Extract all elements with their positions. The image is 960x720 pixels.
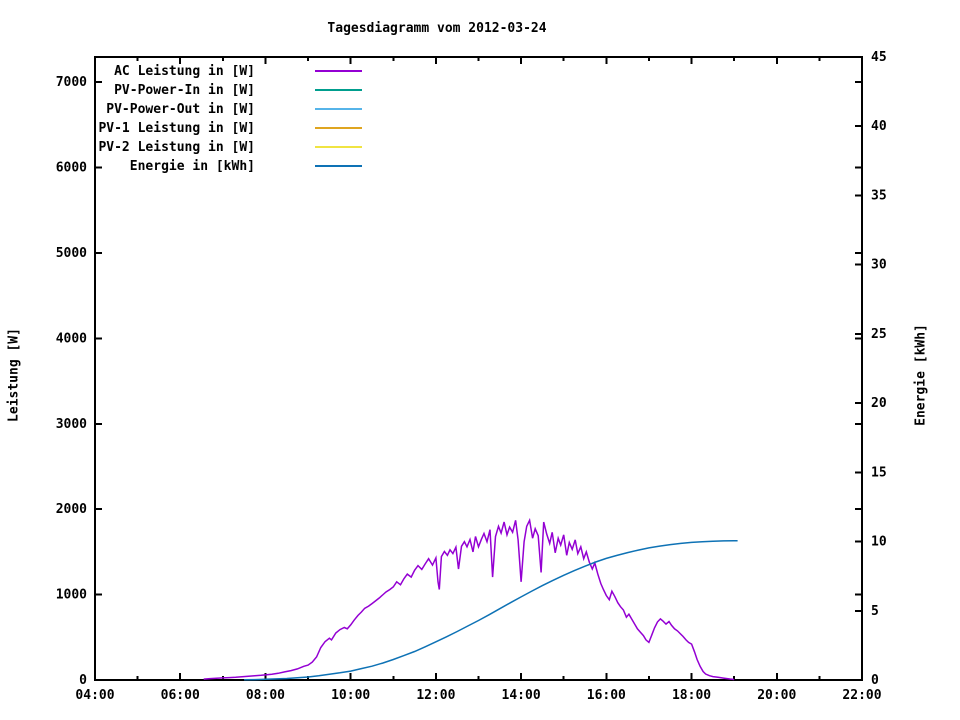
y2-tick-label: 40 <box>871 119 887 134</box>
y2-axis-ticks: 0 5 10 15 20 25 30 35 40 45 <box>855 50 887 688</box>
gnuplot-daily-chart: Tagesdiagramm vom 2012-03-24 Leistung [W… <box>0 0 960 720</box>
x-tick-label: 18:00 <box>672 688 711 703</box>
y1-tick-label: 1000 <box>56 588 87 603</box>
y1-tick-label: 3000 <box>56 417 87 432</box>
data-series <box>203 517 738 681</box>
x-tick-label: 06:00 <box>161 688 200 703</box>
x-tick-label: 12:00 <box>416 688 455 703</box>
y-axis-label-left: Leistung [W] <box>6 328 22 422</box>
y2-tick-label: 20 <box>871 396 887 411</box>
legend: AC Leistung in [W] PV-Power-In in [W] PV-P… <box>98 64 362 174</box>
y1-tick-label: 6000 <box>56 161 87 176</box>
y2-tick-label: 25 <box>871 327 887 342</box>
y2-tick-label: 30 <box>871 258 887 273</box>
plot-area: 04:00 06:00 08:00 10:00 12:00 14:00 16:00 18:00… <box>56 50 887 703</box>
y2-tick-label: 35 <box>871 188 887 203</box>
x-tick-label: 14:00 <box>502 688 541 703</box>
y2-tick-label: 0 <box>871 673 879 688</box>
legend-label: AC Leistung in [W] <box>114 64 255 79</box>
x-tick-label: 10:00 <box>331 688 370 703</box>
y2-tick-label: 45 <box>871 50 887 65</box>
x-tick-label: 08:00 <box>246 688 285 703</box>
x-tick-label: 04:00 <box>75 688 114 703</box>
y-axis-label-right: Energie [kWh] <box>913 324 929 426</box>
x-tick-label: 20:00 <box>757 688 796 703</box>
legend-label: PV-1 Leistung in [W] <box>98 121 255 136</box>
x-tick-label: 22:00 <box>842 688 881 703</box>
y1-tick-label: 7000 <box>56 75 87 90</box>
y1-tick-label: 4000 <box>56 331 87 346</box>
y1-tick-label: 0 <box>79 673 87 688</box>
legend-label: Energie in [kWh] <box>130 159 255 174</box>
series-line-energie-in-kwh- <box>244 539 738 681</box>
legend-label: PV-Power-In in [W] <box>114 83 255 98</box>
legend-label: PV-2 Leistung in [W] <box>98 140 255 155</box>
y2-tick-label: 10 <box>871 535 887 550</box>
y2-tick-label: 5 <box>871 604 879 619</box>
y1-tick-label: 2000 <box>56 502 87 517</box>
chart-title: Tagesdiagramm vom 2012-03-24 <box>327 21 547 36</box>
y1-tick-label: 5000 <box>56 246 87 261</box>
y2-tick-label: 15 <box>871 465 887 480</box>
x-tick-label: 16:00 <box>587 688 626 703</box>
series-line-ac-leistung-in-w- <box>203 517 735 681</box>
legend-label: PV-Power-Out in [W] <box>106 102 255 117</box>
